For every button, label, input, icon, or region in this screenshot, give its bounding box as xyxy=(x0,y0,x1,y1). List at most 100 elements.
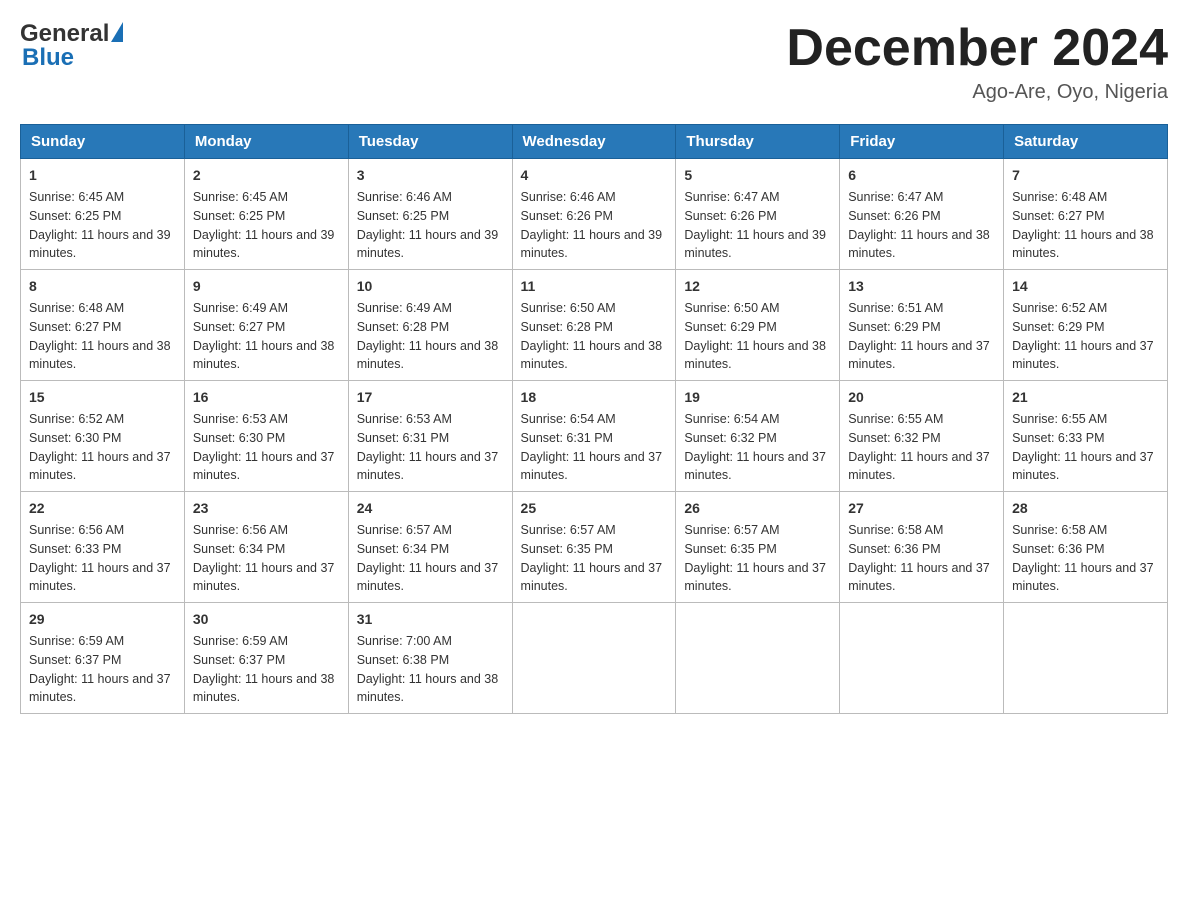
daylight-info: Daylight: 11 hours and 37 minutes. xyxy=(29,672,171,705)
location-subtitle: Ago-Are, Oyo, Nigeria xyxy=(786,81,1168,104)
calendar-cell: 27Sunrise: 6:58 AMSunset: 6:36 PMDayligh… xyxy=(840,492,1004,603)
day-number: 10 xyxy=(357,276,504,297)
sunset-info: Sunset: 6:27 PM xyxy=(193,320,285,334)
sunrise-info: Sunrise: 6:58 AM xyxy=(848,523,943,537)
logo-triangle-icon xyxy=(111,22,123,42)
day-number: 7 xyxy=(1012,165,1159,186)
day-of-week-header: Friday xyxy=(840,125,1004,159)
day-number: 23 xyxy=(193,498,340,519)
day-of-week-header: Sunday xyxy=(21,125,185,159)
calendar-cell: 17Sunrise: 6:53 AMSunset: 6:31 PMDayligh… xyxy=(348,381,512,492)
day-number: 13 xyxy=(848,276,995,297)
calendar-header-row: SundayMondayTuesdayWednesdayThursdayFrid… xyxy=(21,125,1168,159)
day-number: 12 xyxy=(684,276,831,297)
calendar-cell: 18Sunrise: 6:54 AMSunset: 6:31 PMDayligh… xyxy=(512,381,676,492)
sunset-info: Sunset: 6:31 PM xyxy=(357,431,449,445)
calendar-cell: 14Sunrise: 6:52 AMSunset: 6:29 PMDayligh… xyxy=(1004,270,1168,381)
calendar-cell xyxy=(676,603,840,714)
sunset-info: Sunset: 6:35 PM xyxy=(521,542,613,556)
calendar-cell: 9Sunrise: 6:49 AMSunset: 6:27 PMDaylight… xyxy=(184,270,348,381)
sunrise-info: Sunrise: 7:00 AM xyxy=(357,634,452,648)
daylight-info: Daylight: 11 hours and 39 minutes. xyxy=(684,228,826,261)
sunrise-info: Sunrise: 6:54 AM xyxy=(521,412,616,426)
daylight-info: Daylight: 11 hours and 38 minutes. xyxy=(193,339,335,372)
sunrise-info: Sunrise: 6:55 AM xyxy=(848,412,943,426)
sunrise-info: Sunrise: 6:54 AM xyxy=(684,412,779,426)
calendar-week-row: 15 Sunrise: 6:52 AM Sunset: 6:30 PM Dayligh… xyxy=(21,381,1168,492)
calendar-cell: 1Sunrise: 6:45 AMSunset: 6:25 PMDaylight… xyxy=(21,159,185,270)
sunrise-info: Sunrise: 6:58 AM xyxy=(1012,523,1107,537)
daylight-info: Daylight: 11 hours and 38 minutes. xyxy=(357,339,499,372)
title-section: December 2024 Ago-Are, Oyo, Nigeria xyxy=(786,20,1168,104)
sunset-info: Sunset: 6:29 PM xyxy=(1012,320,1104,334)
sunset-info: Sunset: 6:36 PM xyxy=(848,542,940,556)
sunrise-info: Sunrise: 6:50 AM xyxy=(521,301,616,315)
sunset-info: Sunset: 6:27 PM xyxy=(1012,209,1104,223)
sunrise-info: Sunrise: 6:45 AM xyxy=(193,190,288,204)
calendar-cell: 20Sunrise: 6:55 AMSunset: 6:32 PMDayligh… xyxy=(840,381,1004,492)
sunset-info: Sunset: 6:36 PM xyxy=(1012,542,1104,556)
day-number: 3 xyxy=(357,165,504,186)
calendar-cell: 7Sunrise: 6:48 AMSunset: 6:27 PMDaylight… xyxy=(1004,159,1168,270)
daylight-info: Daylight: 11 hours and 37 minutes. xyxy=(357,561,499,594)
daylight-info: Daylight: 11 hours and 37 minutes. xyxy=(193,561,335,594)
sunrise-info: Sunrise: 6:59 AM xyxy=(193,634,288,648)
day-number: 20 xyxy=(848,387,995,408)
calendar-cell xyxy=(840,603,1004,714)
day-number: 21 xyxy=(1012,387,1159,408)
daylight-info: Daylight: 11 hours and 37 minutes. xyxy=(521,450,663,483)
daylight-info: Daylight: 11 hours and 39 minutes. xyxy=(29,228,171,261)
calendar-cell: 8Sunrise: 6:48 AMSunset: 6:27 PMDaylight… xyxy=(21,270,185,381)
sunrise-info: Sunrise: 6:52 AM xyxy=(29,412,124,426)
calendar-cell: 26Sunrise: 6:57 AMSunset: 6:35 PMDayligh… xyxy=(676,492,840,603)
sunset-info: Sunset: 6:32 PM xyxy=(684,431,776,445)
daylight-info: Daylight: 11 hours and 38 minutes. xyxy=(357,672,499,705)
calendar-cell: 3Sunrise: 6:46 AMSunset: 6:25 PMDaylight… xyxy=(348,159,512,270)
daylight-info: Daylight: 11 hours and 37 minutes. xyxy=(848,450,990,483)
calendar-cell: 19Sunrise: 6:54 AMSunset: 6:32 PMDayligh… xyxy=(676,381,840,492)
day-of-week-header: Saturday xyxy=(1004,125,1168,159)
daylight-info: Daylight: 11 hours and 38 minutes. xyxy=(848,228,990,261)
calendar-cell: 2Sunrise: 6:45 AMSunset: 6:25 PMDaylight… xyxy=(184,159,348,270)
sunrise-info: Sunrise: 6:57 AM xyxy=(357,523,452,537)
day-number: 15 xyxy=(29,387,176,408)
sunset-info: Sunset: 6:30 PM xyxy=(29,431,121,445)
sunrise-info: Sunrise: 6:50 AM xyxy=(684,301,779,315)
day-number: 2 xyxy=(193,165,340,186)
sunset-info: Sunset: 6:33 PM xyxy=(1012,431,1104,445)
sunrise-info: Sunrise: 6:53 AM xyxy=(193,412,288,426)
calendar-week-row: 29Sunrise: 6:59 AMSunset: 6:37 PMDayligh… xyxy=(21,603,1168,714)
sunrise-info: Sunrise: 6:48 AM xyxy=(1012,190,1107,204)
sunset-info: Sunset: 6:26 PM xyxy=(848,209,940,223)
sunrise-info: Sunrise: 6:53 AM xyxy=(357,412,452,426)
daylight-info: Daylight: 11 hours and 39 minutes. xyxy=(521,228,663,261)
calendar-cell: 6Sunrise: 6:47 AMSunset: 6:26 PMDaylight… xyxy=(840,159,1004,270)
day-number: 31 xyxy=(357,609,504,630)
page-header: General Blue December 2024 Ago-Are, Oyo,… xyxy=(20,20,1168,104)
sunset-info: Sunset: 6:28 PM xyxy=(521,320,613,334)
calendar-cell: 22Sunrise: 6:56 AMSunset: 6:33 PMDayligh… xyxy=(21,492,185,603)
daylight-info: Daylight: 11 hours and 39 minutes. xyxy=(193,228,335,261)
daylight-info: Daylight: 11 hours and 37 minutes. xyxy=(1012,450,1154,483)
calendar-cell: 10Sunrise: 6:49 AMSunset: 6:28 PMDayligh… xyxy=(348,270,512,381)
calendar-cell: 11Sunrise: 6:50 AMSunset: 6:28 PMDayligh… xyxy=(512,270,676,381)
sunrise-info: Sunrise: 6:48 AM xyxy=(29,301,124,315)
day-number: 16 xyxy=(193,387,340,408)
sunset-info: Sunset: 6:26 PM xyxy=(521,209,613,223)
sunrise-info: Sunrise: 6:51 AM xyxy=(848,301,943,315)
day-number: 29 xyxy=(29,609,176,630)
calendar-week-row: 1Sunrise: 6:45 AMSunset: 6:25 PMDaylight… xyxy=(21,159,1168,270)
daylight-info: Daylight: 11 hours and 37 minutes. xyxy=(684,561,826,594)
day-of-week-header: Tuesday xyxy=(348,125,512,159)
day-number: 18 xyxy=(521,387,668,408)
calendar-cell: 24Sunrise: 6:57 AMSunset: 6:34 PMDayligh… xyxy=(348,492,512,603)
sunrise-info: Sunrise: 6:46 AM xyxy=(521,190,616,204)
sunset-info: Sunset: 6:33 PM xyxy=(29,542,121,556)
calendar-table: SundayMondayTuesdayWednesdayThursdayFrid… xyxy=(20,124,1168,714)
day-number: 14 xyxy=(1012,276,1159,297)
day-of-week-header: Thursday xyxy=(676,125,840,159)
daylight-info: Daylight: 11 hours and 37 minutes. xyxy=(1012,561,1154,594)
day-number: 22 xyxy=(29,498,176,519)
sunset-info: Sunset: 6:28 PM xyxy=(357,320,449,334)
sunset-info: Sunset: 6:25 PM xyxy=(357,209,449,223)
